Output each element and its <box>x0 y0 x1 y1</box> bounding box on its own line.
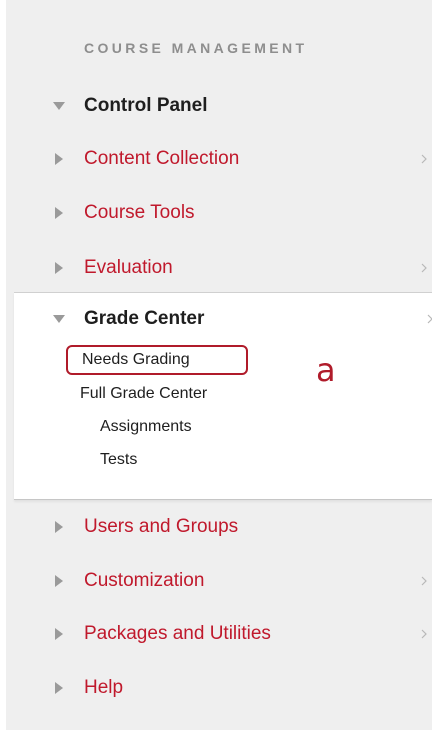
triangle-down-icon <box>53 102 65 110</box>
sidebar-item-help[interactable]: Help <box>6 668 432 708</box>
sidebar-item-label: Course Tools <box>84 202 195 223</box>
sidebar-item-label: Content Collection <box>84 148 240 169</box>
control-panel-label: Control Panel <box>84 95 208 116</box>
submenu-full-grade-center[interactable]: Full Grade Center <box>80 385 207 403</box>
chevron-right-icon <box>421 263 427 273</box>
sidebar-item-course-tools[interactable]: Course Tools <box>6 193 432 233</box>
triangle-right-icon <box>55 207 63 219</box>
submenu-needs-grading[interactable]: Needs Grading <box>82 351 190 369</box>
triangle-right-icon <box>55 521 63 533</box>
submenu-assignments[interactable]: Assignments <box>100 418 192 436</box>
chevron-right-icon <box>427 314 432 324</box>
chevron-right-icon <box>421 576 427 586</box>
grade-center-label: Grade Center <box>84 308 205 329</box>
section-heading: COURSE MANAGEMENT <box>84 40 308 56</box>
sidebar-item-customization[interactable]: Customization <box>6 561 432 601</box>
grade-center-expanded: Grade Center Needs Grading Full Grade Ce… <box>14 292 432 500</box>
sidebar-item-users-and-groups[interactable]: Users and Groups <box>6 507 432 547</box>
control-panel-toggle[interactable]: Control Panel <box>6 86 432 126</box>
sidebar-item-label: Help <box>84 677 124 698</box>
sidebar-item-label: Evaluation <box>84 257 173 278</box>
sidebar-item-evaluation[interactable]: Evaluation <box>6 248 432 288</box>
sidebar-item-content-collection[interactable]: Content Collection <box>6 139 432 179</box>
triangle-right-icon <box>55 628 63 640</box>
sidebar-item-label: Packages and Utilities <box>84 623 271 644</box>
submenu-tests[interactable]: Tests <box>100 451 137 469</box>
sidebar-item-label: Users and Groups <box>84 516 239 537</box>
chevron-right-icon <box>421 154 427 164</box>
triangle-right-icon <box>55 682 63 694</box>
triangle-right-icon <box>55 575 63 587</box>
sidebar-item-grade-center[interactable]: Grade Center <box>6 299 432 339</box>
triangle-right-icon <box>55 262 63 274</box>
sidebar-item-packages-and-utilities[interactable]: Packages and Utilities <box>6 614 432 654</box>
sidebar-item-label: Customization <box>84 570 205 591</box>
chevron-right-icon <box>421 629 427 639</box>
triangle-right-icon <box>55 153 63 165</box>
triangle-down-icon <box>53 315 65 323</box>
annotation-marker: a <box>316 351 336 389</box>
